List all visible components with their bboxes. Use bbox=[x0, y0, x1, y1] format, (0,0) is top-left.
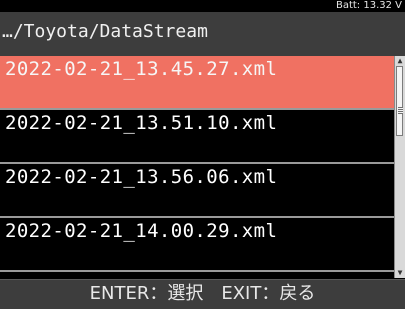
file-item[interactable]: 2022-02-21_14.00.29.xml bbox=[0, 218, 394, 270]
scrollbar-thumb[interactable] bbox=[396, 66, 403, 136]
status-bar: Batt: 13.32 V bbox=[0, 0, 405, 12]
current-path: …/Toyota/DataStream bbox=[2, 21, 208, 42]
row-divider bbox=[0, 270, 394, 272]
file-name: 2022-02-21_13.45.27.xml bbox=[5, 58, 278, 80]
file-item-selected[interactable]: 2022-02-21_13.45.27.xml bbox=[0, 56, 394, 108]
file-name: 2022-02-21_13.56.06.xml bbox=[5, 166, 278, 188]
footer-bar: ENTER：選択 EXIT：戻る bbox=[0, 279, 405, 309]
scroll-up-arrow-icon[interactable]: ▲ bbox=[395, 56, 405, 66]
file-name: 2022-02-21_14.00.29.xml bbox=[5, 220, 278, 242]
file-name: 2022-02-21_13.51.10.xml bbox=[5, 112, 278, 134]
file-item[interactable]: 2022-02-21_13.51.10.xml bbox=[0, 110, 394, 162]
scroll-grip-icon bbox=[398, 107, 403, 114]
scroll-down-arrow-icon[interactable]: ▼ bbox=[395, 268, 405, 278]
file-item[interactable]: 2022-02-21_13.56.06.xml bbox=[0, 164, 394, 216]
vertical-scrollbar[interactable]: ▲ ▼ bbox=[394, 56, 405, 278]
path-bar: …/Toyota/DataStream bbox=[0, 12, 405, 56]
key-hint: ENTER：選択 EXIT：戻る bbox=[89, 283, 316, 304]
battery-voltage: Batt: 13.32 V bbox=[335, 0, 402, 11]
file-list: 2022-02-21_13.45.27.xml 2022-02-21_13.51… bbox=[0, 56, 394, 278]
